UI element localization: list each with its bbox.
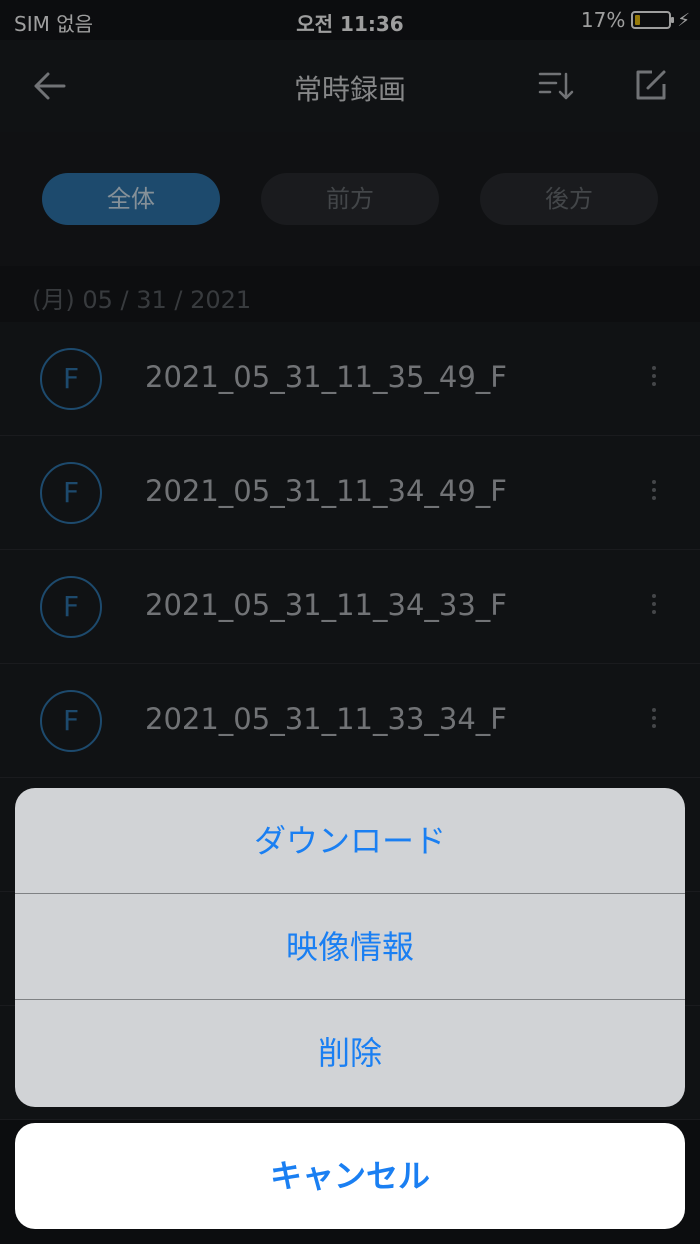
video-info-button[interactable]: 映像情報 (15, 894, 685, 1000)
action-sheet: ダウンロード 映像情報 削除 (15, 788, 685, 1107)
download-button[interactable]: ダウンロード (15, 788, 685, 894)
delete-button[interactable]: 削除 (15, 1000, 685, 1106)
cancel-button[interactable]: キャンセル (15, 1123, 685, 1229)
